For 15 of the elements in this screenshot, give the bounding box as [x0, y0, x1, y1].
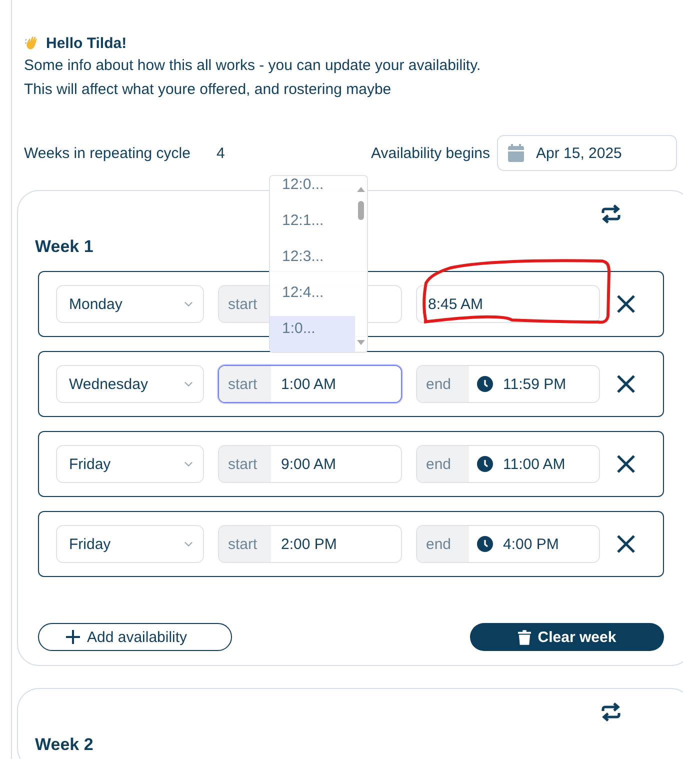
intro-text: This will affect what youre offered, and rostering maybe — [24, 80, 392, 100]
end-label: end — [417, 366, 469, 402]
greeting-title: Hello Tilda! — [46, 34, 127, 52]
end-label: end — [417, 446, 469, 482]
start-label: start — [219, 366, 271, 402]
intro-text: Some info about how this all works - you can update your availability. — [24, 56, 482, 76]
cycle-label: Weeks in repeating cycle — [24, 144, 190, 162]
week-title: Week 2 — [35, 735, 94, 755]
start-label: start — [219, 446, 271, 482]
cycle-value: 4 — [216, 144, 225, 162]
end-label: end — [417, 526, 469, 562]
week-title: Week 1 — [35, 237, 94, 257]
start-label: start — [219, 526, 271, 562]
begins-label: Availability begins — [371, 144, 490, 162]
start-label: start — [219, 286, 271, 322]
